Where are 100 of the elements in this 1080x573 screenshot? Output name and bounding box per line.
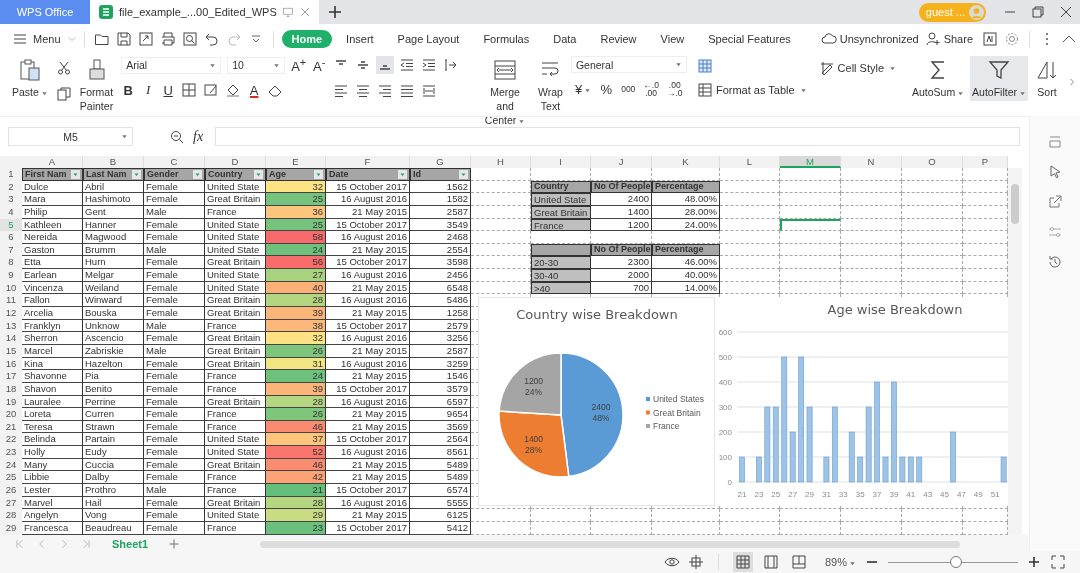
formula-input[interactable]: [215, 127, 1021, 146]
column-header[interactable]: H: [471, 156, 531, 168]
ribbon-tab[interactable]: Page Layout: [387, 30, 470, 48]
number-format-field[interactable]: General: [570, 56, 687, 73]
bar-chart[interactable]: Age wise Breakdown 0 100 200 300 400 500 600 21 23 25 27 29 31 33 35 37 39 41 43 45 47 49 51: [715, 297, 1008, 506]
column-header[interactable]: O: [902, 156, 963, 168]
bold-button[interactable]: B: [121, 82, 136, 98]
autosum-button[interactable]: AutoSum: [912, 56, 965, 101]
pointer-icon[interactable]: [1047, 164, 1063, 180]
increase-font-button[interactable]: A$^{+}$: [291, 56, 307, 75]
paste-button[interactable]: Paste: [10, 56, 50, 101]
restore-icon[interactable]: [1030, 4, 1046, 20]
share-button[interactable]: Share: [924, 31, 973, 47]
autofilter-button[interactable]: AutoFilter: [970, 56, 1028, 101]
sort-button[interactable]: Sort: [1034, 56, 1060, 101]
undo-icon[interactable]: [203, 31, 220, 47]
table-cell: Pia: [83, 370, 144, 383]
row-header[interactable]: 3: [0, 193, 22, 206]
add-sheet-icon[interactable]: [168, 537, 181, 550]
conditional-format-icon[interactable]: [696, 58, 713, 74]
normal-view-icon[interactable]: [732, 552, 753, 572]
new-tab-icon[interactable]: [326, 4, 343, 20]
selected-cell[interactable]: [780, 218, 841, 232]
font-name-field[interactable]: Arial: [121, 56, 222, 74]
print-preview-icon[interactable]: [181, 31, 198, 47]
export-icon[interactable]: [137, 31, 154, 47]
italic-button[interactable]: I: [141, 82, 156, 99]
column-header[interactable]: P: [963, 156, 1008, 168]
wrap-text-button[interactable]: Wrap Text: [536, 56, 565, 115]
table-cell: Philip: [22, 205, 83, 219]
row-header[interactable]: 8: [0, 256, 22, 270]
currency-button[interactable]: ¥: [574, 81, 592, 97]
ribbon-tab[interactable]: Special Features: [698, 30, 801, 48]
row-header[interactable]: 22: [0, 433, 22, 447]
row-header[interactable]: 9: [0, 269, 22, 282]
copy-icon[interactable]: [55, 86, 72, 102]
font-color-button[interactable]: A: [247, 82, 262, 98]
font-size-field[interactable]: 10: [227, 56, 286, 74]
cell-format-icon[interactable]: [203, 82, 220, 99]
table-cell: Gaston: [22, 243, 83, 257]
row-header[interactable]: 20: [0, 408, 22, 421]
borders-icon[interactable]: [181, 82, 198, 99]
row-header[interactable]: 6: [0, 231, 22, 244]
table-cell: Female: [144, 294, 205, 308]
history-icon[interactable]: [1047, 254, 1063, 270]
share-out-icon[interactable]: [1047, 194, 1063, 210]
decrease-decimal-button[interactable]: .00 →.0: [666, 81, 683, 97]
row-header[interactable]: 14: [0, 332, 22, 345]
thousands-button[interactable]: 000: [621, 85, 636, 93]
document-icon[interactable]: [982, 31, 998, 47]
search-icon[interactable]: [169, 128, 185, 145]
percent-button[interactable]: %: [599, 81, 614, 97]
row-header[interactable]: 28: [0, 509, 22, 522]
zoom-in-icon[interactable]: [1026, 554, 1042, 570]
ribbon-tab[interactable]: Insert: [336, 30, 384, 48]
save-icon[interactable]: [115, 31, 132, 47]
align-bottom-icon[interactable]: [376, 56, 395, 74]
table-cell: 6548: [410, 281, 471, 295]
crosshair-icon[interactable]: [687, 554, 704, 570]
column-header[interactable]: I: [531, 156, 591, 168]
table-cell: Sherron: [22, 332, 83, 345]
sync-button[interactable]: Unsynchronized: [820, 31, 919, 47]
header-cell: Percentage: [652, 243, 720, 257]
format-painter-button[interactable]: Format Painter: [77, 56, 116, 115]
decrease-font-button[interactable]: A$^{-}$: [312, 56, 327, 75]
ribbon-tab[interactable]: View: [650, 30, 695, 48]
close-icon[interactable]: [1058, 4, 1074, 20]
ribbon-tab[interactable]: Data: [543, 30, 587, 48]
cut-icon[interactable]: [55, 60, 72, 76]
function-button[interactable]: fx: [193, 128, 204, 145]
row-header[interactable]: 12: [0, 307, 22, 320]
vertical-scrollbar[interactable]: [1008, 168, 1022, 535]
cell-style-button[interactable]: Cell Style: [818, 60, 897, 76]
zoom-level[interactable]: 89%: [824, 556, 856, 568]
row-header[interactable]: 25: [0, 471, 22, 484]
pie-chart[interactable]: Country wise Breakdown 2400 48% 1400 28% 1200 24% United States Great Britain France: [478, 297, 715, 506]
name-box[interactable]: M5: [8, 127, 133, 146]
format-as-table-button[interactable]: Format as Table: [696, 82, 807, 98]
settings-icon[interactable]: [1004, 31, 1020, 47]
folder-icon[interactable]: [93, 31, 110, 47]
column-header[interactable]: J: [591, 156, 652, 168]
row-header[interactable]: 26: [0, 484, 22, 497]
column-header[interactable]: N: [841, 156, 902, 168]
table-cell: Female: [144, 458, 205, 472]
sliders-icon[interactable]: [1047, 224, 1063, 240]
fullscreen-icon[interactable]: [1050, 554, 1066, 570]
ribbon-tab[interactable]: Review: [590, 30, 647, 48]
print-icon[interactable]: [159, 31, 176, 47]
menu-button[interactable]: Menu: [12, 31, 78, 47]
increase-decimal-button[interactable]: ←.0 .00: [643, 81, 659, 97]
zoom-slider[interactable]: [888, 556, 1018, 568]
underline-button[interactable]: U: [161, 82, 176, 98]
row-header[interactable]: 23: [0, 446, 22, 459]
column-title: First Nam: [25, 168, 67, 180]
fill-bucket-icon[interactable]: [225, 82, 242, 99]
ribbon-tab[interactable]: Formulas: [473, 30, 540, 48]
column-header[interactable]: K: [652, 156, 720, 168]
row-header[interactable]: 17: [0, 370, 22, 383]
row-header[interactable]: 1: [0, 168, 22, 181]
row-header[interactable]: 11: [0, 294, 22, 308]
